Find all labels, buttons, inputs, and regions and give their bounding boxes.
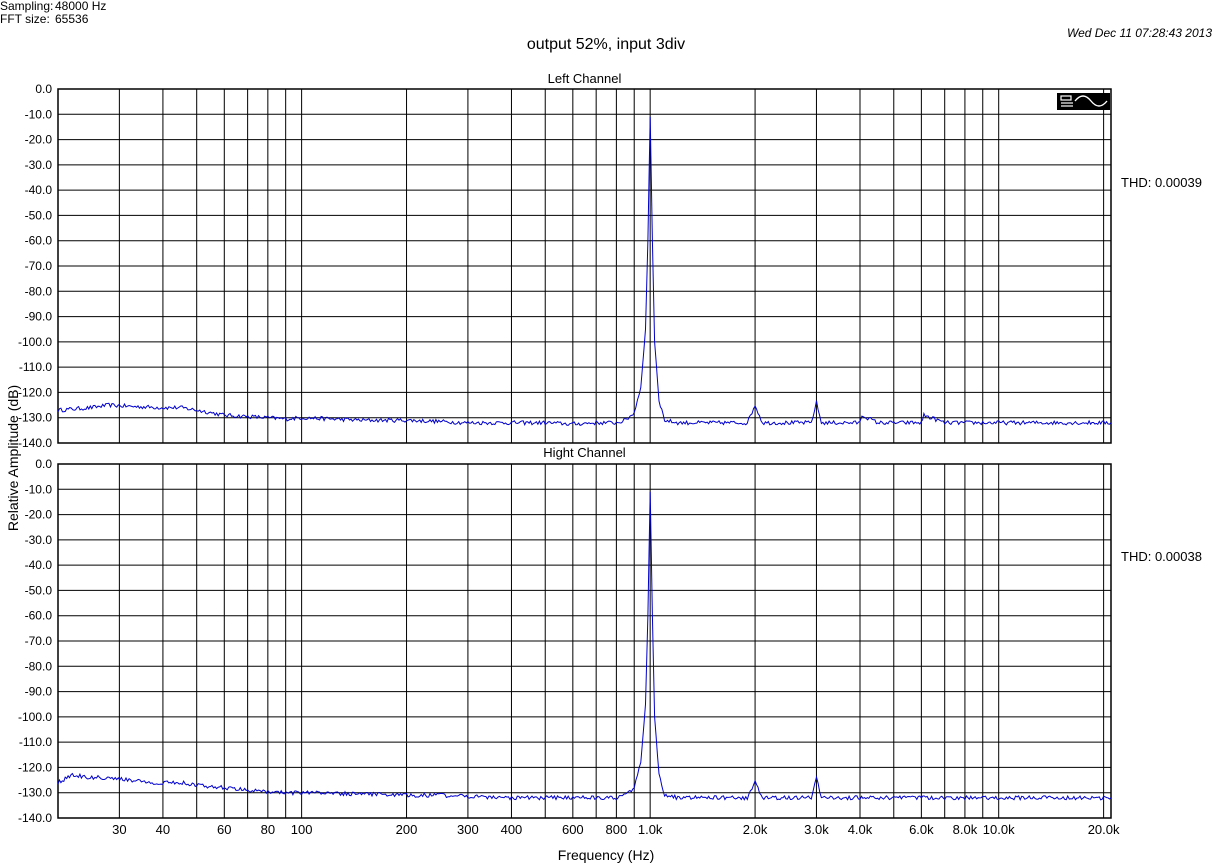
y-tick-label: -110.0	[19, 360, 52, 374]
y-tick-label: -90.0	[25, 310, 53, 324]
y-tick-label: -60.0	[25, 234, 53, 248]
y-tick-label: -40.0	[25, 183, 53, 197]
y-tick-label: -100.0	[18, 710, 52, 724]
y-tick-label: -130.0	[18, 411, 52, 425]
y-tick-label: -70.0	[25, 259, 53, 273]
x-tick-label: 200	[396, 822, 418, 837]
x-tick-label: 1.0k	[638, 822, 663, 837]
x-tick-label: 2.0k	[743, 822, 768, 837]
y-axis-label: Relative Amplitude (dB)	[5, 384, 21, 532]
x-tick-label: 8.0k	[953, 822, 978, 837]
y-tick-label: -70.0	[25, 634, 53, 648]
chart-title: Left Channel	[548, 71, 622, 86]
y-tick-label: -10.0	[25, 482, 53, 496]
y-tick-label: -130.0	[18, 786, 52, 800]
y-tick-label: -60.0	[25, 609, 53, 623]
x-tick-label: 400	[501, 822, 523, 837]
x-tick-label: 10.0k	[983, 822, 1015, 837]
y-tick-label: -80.0	[25, 659, 53, 673]
x-axis-label: Frequency (Hz)	[557, 847, 655, 863]
x-tick-label: 80	[261, 822, 275, 837]
x-tick-label: 40	[156, 822, 170, 837]
thd-right-readout: THD: 0.00038	[1121, 549, 1202, 564]
y-tick-label: -120.0	[18, 760, 52, 774]
x-tick-label: 60	[217, 822, 231, 837]
x-tick-label: 20.0k	[1088, 822, 1120, 837]
y-tick-label: -30.0	[25, 533, 53, 547]
y-tick-label: -100.0	[18, 335, 52, 349]
y-tick-label: -110.0	[19, 735, 52, 749]
y-tick-label: -90.0	[25, 685, 53, 699]
x-tick-label: 300	[457, 822, 479, 837]
y-tick-label: 0.0	[35, 457, 52, 471]
spectrum-charts: 0.0 -10.0 -20.0 -30.0 -40.0 -50.0 -60.0 -70.0 -8…	[18, 71, 1120, 837]
y-tick-label: -30.0	[25, 158, 53, 172]
y-tick-label: -50.0	[25, 583, 53, 597]
x-tick-label: 4.0k	[848, 822, 873, 837]
chart-panel-1: 0.0 -10.0 -20.0 -30.0 -40.0 -50.0 -60.0 -70.0 -8…	[18, 71, 1112, 450]
y-tick-label: -140.0	[18, 811, 52, 825]
y-tick-label: -80.0	[25, 284, 53, 298]
x-tick-label: 800	[606, 822, 628, 837]
y-tick-label: -20.0	[25, 508, 53, 522]
x-tick-label: 6.0k	[909, 822, 934, 837]
y-tick-label: -50.0	[25, 208, 53, 222]
chart-panel-2: 30 40 60 80 100 200 300 400 600 800 1.0k 2.0k 3.0k 4.…	[18, 445, 1120, 837]
y-tick-label: 0.0	[35, 82, 52, 96]
y-tick-label: -140.0	[18, 436, 52, 450]
y-tick-label: -40.0	[25, 558, 53, 572]
spectrum-trace	[57, 491, 1112, 801]
x-tick-label: 30	[112, 822, 126, 837]
spectrum-trace	[57, 116, 1112, 427]
y-tick-label: -120.0	[18, 385, 52, 399]
x-tick-label: 3.0k	[804, 822, 829, 837]
y-tick-label: -20.0	[25, 133, 53, 147]
thd-left-readout: THD: 0.00039	[1121, 175, 1202, 190]
x-tick-label: 100	[291, 822, 313, 837]
sine-wave-icon	[1057, 93, 1110, 110]
x-tick-label: 600	[562, 822, 584, 837]
chart-title: Hight Channel	[543, 445, 625, 460]
y-tick-label: -10.0	[25, 107, 53, 121]
